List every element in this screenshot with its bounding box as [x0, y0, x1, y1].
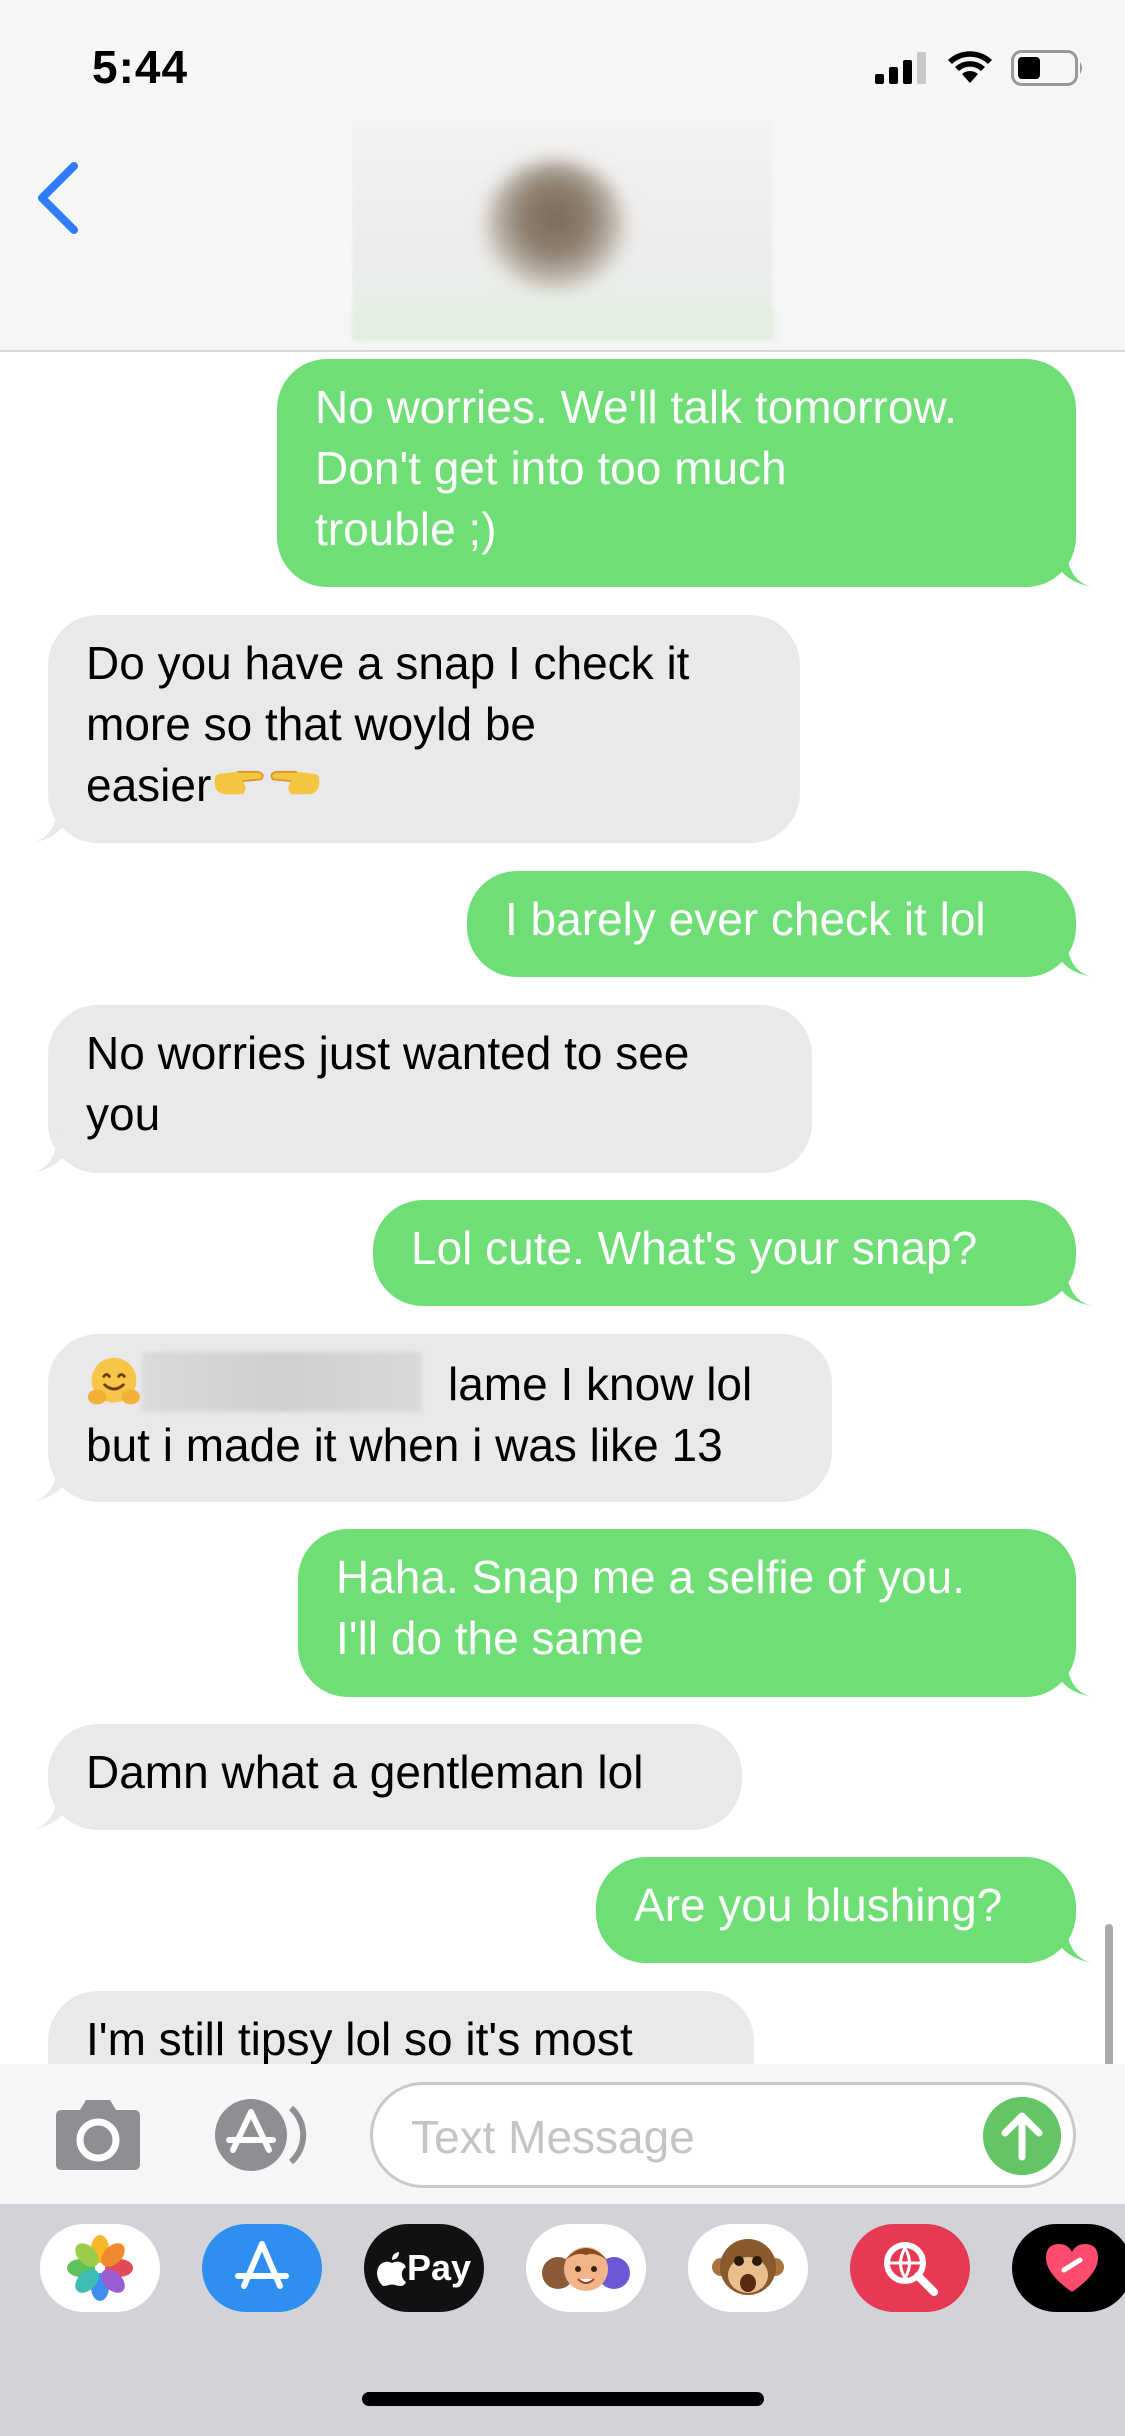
- message-input-bar: [0, 2064, 1125, 2204]
- app-store-icon[interactable]: [202, 2224, 322, 2312]
- app-store-icon[interactable]: [205, 2096, 315, 2174]
- status-time: 5:44: [92, 41, 189, 93]
- photos-flower-icon: [67, 2235, 133, 2301]
- message-input[interactable]: [411, 2107, 971, 2167]
- imessage-app-drawer: Pay: [0, 2204, 1125, 2436]
- message-bubble-received[interactable]: Do you have a snap I check it more so th…: [30, 615, 800, 843]
- message-bubble-received[interactable]: lame I know lol but i made it when i was…: [30, 1334, 832, 1502]
- message-text: I'm still tipsy lol so it's most: [86, 2013, 633, 2064]
- message-bubble-sent[interactable]: I barely ever check it lol: [467, 871, 1094, 977]
- bubble-tail: [30, 1133, 70, 1173]
- message-bubble-sent[interactable]: Lol cute. What's your snap?: [373, 1200, 1094, 1306]
- bubble-tail: [30, 803, 70, 843]
- monkey-face-icon: [712, 2239, 784, 2295]
- bubble-tail: [1054, 1657, 1094, 1697]
- home-indicator[interactable]: [362, 2392, 764, 2406]
- message-text: easier: [86, 759, 212, 811]
- message-text: Damn what a gentleman lol: [86, 1746, 644, 1798]
- chevron-left-icon[interactable]: [30, 158, 90, 238]
- photos-icon[interactable]: [40, 2224, 160, 2312]
- camera-icon[interactable]: [50, 2098, 146, 2172]
- point-left-emoji: [270, 770, 320, 795]
- app-store-glyph: [235, 2241, 289, 2289]
- message-thread[interactable]: No worries. We'll talk tomorrow. Don't g…: [0, 354, 1125, 2064]
- bubble-tail: [1054, 1923, 1094, 1963]
- status-bar: 5:44: [0, 0, 1125, 120]
- redacted-username: [142, 1352, 422, 1412]
- apple-logo-icon: [376, 2252, 406, 2286]
- image-search-icon[interactable]: [850, 2224, 970, 2312]
- message-bubble-received[interactable]: I'm still tipsy lol so it's most: [48, 1991, 754, 2064]
- contact-name[interactable]: [355, 310, 775, 340]
- bubble-tail: [30, 1462, 70, 1502]
- message-text: but i made it when i was like 13: [86, 1419, 723, 1471]
- wifi-icon: [948, 51, 992, 83]
- memoji-faces-icon: [542, 2247, 630, 2291]
- message-text: Are you blushing?: [634, 1879, 1003, 1931]
- bubble-tail: [1054, 937, 1094, 977]
- point-right-emoji: [215, 770, 264, 795]
- message-text: I'll do the same: [336, 1612, 644, 1664]
- apple-pay-label: Pay: [406, 2247, 472, 2288]
- signal-icon: [875, 52, 926, 84]
- apple-pay-icon[interactable]: Pay: [364, 2224, 484, 2312]
- message-bubble-sent[interactable]: Are you blushing?: [596, 1857, 1094, 1963]
- bubble-tail: [30, 1790, 70, 1830]
- battery-icon: [1011, 50, 1082, 86]
- message-text: No worries just wanted to see: [86, 1027, 690, 1079]
- message-text: I barely ever check it lol: [505, 893, 986, 945]
- message-text-field[interactable]: [370, 2082, 1076, 2188]
- magnifier-globe-icon: [884, 2242, 938, 2296]
- message-text: more so that woyld be: [86, 698, 537, 750]
- hugging-face-emoji: [87, 1357, 141, 1405]
- message-text: trouble ;): [315, 503, 497, 555]
- message-text: Don't get into too much: [315, 442, 787, 494]
- arrow-up-icon[interactable]: [983, 2097, 1061, 2175]
- message-bubble-sent[interactable]: Haha. Snap me a selfie of you. I'll do t…: [298, 1529, 1094, 1697]
- message-text: Lol cute. What's your snap?: [411, 1222, 978, 1274]
- heart-icon: [1046, 2244, 1098, 2292]
- digital-touch-icon[interactable]: [1012, 2224, 1125, 2312]
- bubble-tail: [1054, 547, 1094, 587]
- message-bubble-received[interactable]: No worries just wanted to see you: [30, 1005, 812, 1173]
- message-bubble-sent[interactable]: No worries. We'll talk tomorrow. Don't g…: [277, 359, 1094, 587]
- message-text: Haha. Snap me a selfie of you.: [336, 1551, 966, 1603]
- animoji-icon[interactable]: [688, 2224, 808, 2312]
- message-text: No worries. We'll talk tomorrow.: [315, 381, 957, 433]
- bubble-tail: [1054, 1266, 1094, 1306]
- message-text: lame I know lol: [448, 1358, 753, 1410]
- conversation-header: [0, 120, 1125, 352]
- message-text: Do you have a snap I check it: [86, 637, 690, 689]
- message-text: you: [86, 1088, 161, 1140]
- memoji-icon[interactable]: [526, 2224, 646, 2312]
- message-bubble-received[interactable]: Damn what a gentleman lol: [30, 1724, 742, 1830]
- status-icons: [875, 48, 1085, 88]
- scroll-indicator[interactable]: [1105, 1924, 1113, 2064]
- contact-avatar[interactable]: [485, 160, 625, 290]
